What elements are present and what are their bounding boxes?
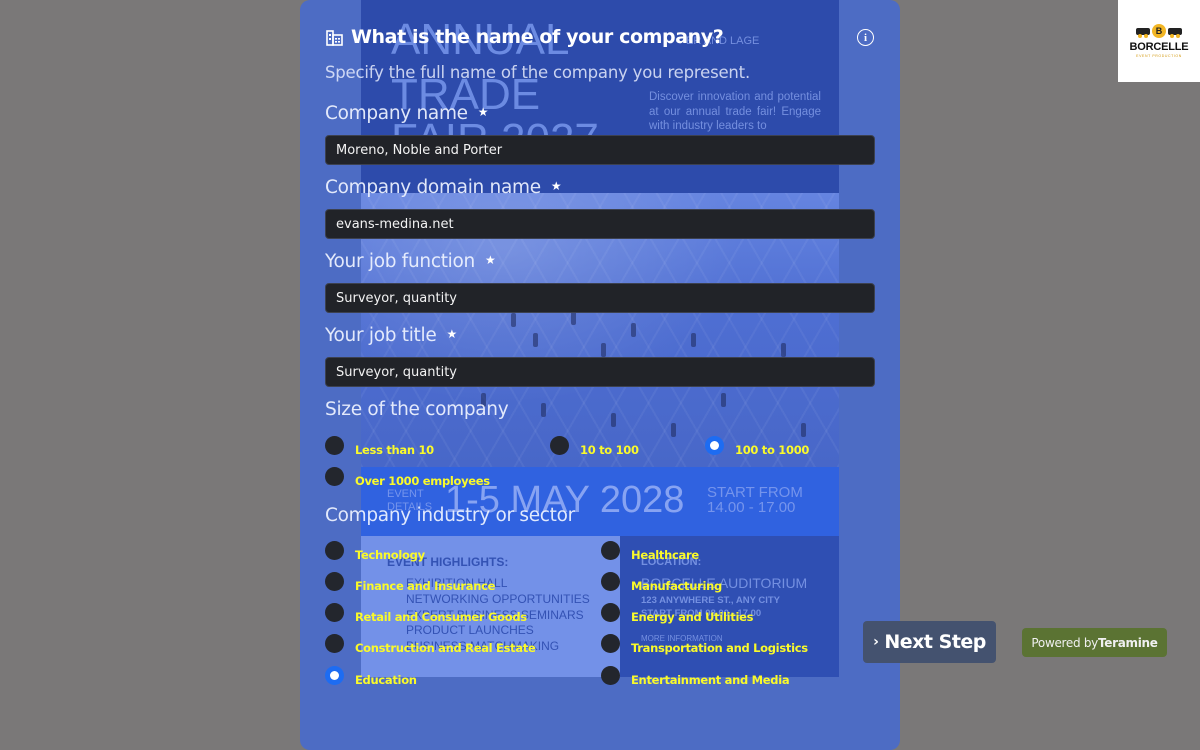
label-text: Your job function	[325, 251, 475, 272]
radio-button[interactable]	[601, 572, 620, 591]
poster-description: Discover innovation and potential at our…	[649, 91, 821, 132]
radio-label: Healthcare	[631, 547, 699, 562]
radio-button[interactable]	[325, 572, 344, 591]
borcelle-logo: B BORCELLE EVENT PRODUCTION	[1118, 0, 1200, 82]
poster-event-label: EVENT	[387, 488, 424, 500]
label-text: Your job title	[325, 325, 437, 346]
logo-brand: BORCELLE	[1129, 41, 1189, 53]
radio-label: Manufacturing	[631, 578, 722, 593]
logo-tagline: EVENT PRODUCTION	[1136, 54, 1182, 58]
size-option-less-than-10[interactable]: Less than 10	[325, 436, 434, 457]
radio-label: Retail and Consumer Goods	[355, 609, 527, 624]
required-star-icon: ★	[477, 105, 489, 119]
radio-label: Less than 10	[355, 442, 434, 457]
radio-label: Construction and Real Estate	[355, 640, 536, 655]
company-domain-input[interactable]	[325, 209, 875, 239]
poster-time: 14.00 - 17.00	[707, 499, 796, 516]
job-title-input[interactable]	[325, 357, 875, 387]
industry-option-construction[interactable]: Construction and Real Estate	[325, 634, 536, 655]
powered-brand: Teramine	[1097, 635, 1158, 650]
radio-button-selected[interactable]	[325, 666, 344, 685]
company-name-input[interactable]	[325, 135, 875, 165]
logo-wheel-icon	[1136, 27, 1150, 38]
radio-button[interactable]	[325, 603, 344, 622]
industry-option-education[interactable]: Education	[325, 666, 417, 687]
industry-option-healthcare[interactable]: Healthcare	[601, 541, 699, 562]
required-star-icon: ★	[446, 327, 457, 341]
label-text: Company domain name	[325, 177, 541, 198]
radio-label: Energy and Utilities	[631, 609, 754, 624]
logo-mark: B	[1136, 24, 1182, 38]
powered-by-badge[interactable]: Powered by Teramine	[1022, 628, 1167, 657]
radio-button[interactable]	[550, 436, 569, 455]
size-option-100-to-1000[interactable]: 100 to 1000	[705, 436, 810, 457]
radio-button[interactable]	[601, 666, 620, 685]
logo-wheel-icon	[1168, 27, 1182, 38]
radio-button[interactable]	[325, 634, 344, 653]
radio-button[interactable]	[325, 467, 344, 486]
radio-button[interactable]	[601, 603, 620, 622]
radio-label: Entertainment and Media	[631, 672, 790, 687]
industry-label: Company industry or sector	[325, 505, 575, 526]
form-title: What is the name of your company?	[351, 26, 724, 48]
radio-button[interactable]	[601, 541, 620, 560]
radio-label: 100 to 1000	[735, 442, 810, 457]
industry-option-transportation[interactable]: Transportation and Logistics	[601, 634, 808, 655]
radio-button-selected[interactable]	[705, 436, 724, 455]
industry-option-retail[interactable]: Retail and Consumer Goods	[325, 603, 527, 624]
industry-option-technology[interactable]: Technology	[325, 541, 425, 562]
radio-label: Transportation and Logistics	[631, 640, 808, 655]
next-step-button[interactable]: › Next Step	[863, 621, 996, 663]
powered-prefix: Powered by	[1031, 635, 1098, 650]
next-step-label: Next Step	[884, 631, 986, 653]
info-icon[interactable]: i	[857, 29, 874, 46]
building-icon	[326, 29, 343, 46]
industry-option-entertainment[interactable]: Entertainment and Media	[601, 666, 790, 687]
radio-label: Over 1000 employees	[355, 473, 490, 488]
company-name-label: Company name ★	[325, 103, 489, 124]
radio-button[interactable]	[601, 634, 620, 653]
chevron-right-icon: ›	[873, 634, 879, 650]
company-size-label: Size of the company	[325, 399, 509, 420]
required-star-icon: ★	[484, 253, 496, 267]
form-subtitle: Specify the full name of the company you…	[325, 63, 750, 82]
radio-label: Education	[355, 672, 417, 687]
required-star-icon: ★	[550, 179, 562, 193]
company-domain-label: Company domain name ★	[325, 177, 562, 198]
industry-option-energy[interactable]: Energy and Utilities	[601, 603, 754, 624]
radio-label: 10 to 100	[580, 442, 639, 457]
radio-label: Technology	[355, 547, 425, 562]
industry-option-manufacturing[interactable]: Manufacturing	[601, 572, 722, 593]
radio-label: Finance and Insurance	[355, 578, 496, 593]
logo-badge: B	[1152, 24, 1166, 38]
form-panel: ANNUAL TRADE FAIR 2027 ER AND LAGE Disco…	[300, 0, 900, 750]
job-function-label: Your job function ★	[325, 251, 496, 272]
job-title-label: Your job title ★	[325, 325, 457, 346]
size-option-over-1000[interactable]: Over 1000 employees	[325, 467, 490, 488]
size-option-10-to-100[interactable]: 10 to 100	[550, 436, 639, 457]
label-text: Company name	[325, 103, 468, 124]
job-function-input[interactable]	[325, 283, 875, 313]
form-header: What is the name of your company?	[326, 26, 724, 48]
radio-button[interactable]	[325, 436, 344, 455]
radio-button[interactable]	[325, 541, 344, 560]
industry-option-finance[interactable]: Finance and Insurance	[325, 572, 496, 593]
poster-start-from: START FROM	[707, 484, 803, 501]
